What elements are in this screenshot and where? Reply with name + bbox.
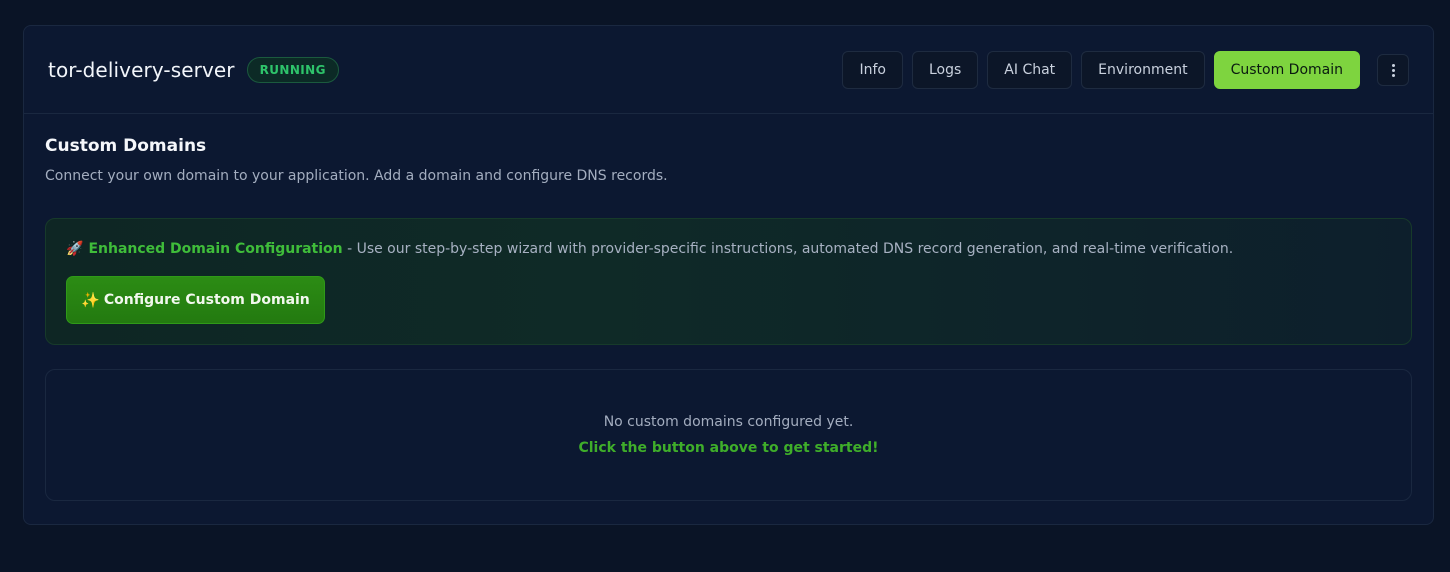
enhanced-config-banner: 🚀 Enhanced Domain Configuration - Use ou…	[45, 218, 1412, 345]
more-options-button[interactable]	[1377, 54, 1409, 86]
custom-domains-section: Custom Domains Connect your own domain t…	[24, 114, 1433, 501]
configure-button-label: Configure Custom Domain	[103, 292, 310, 308]
status-badge: RUNNING	[246, 56, 339, 83]
app-header: tor-delivery-server RUNNING Info Logs AI…	[24, 26, 1433, 114]
tab-environment[interactable]: Environment	[1081, 51, 1205, 89]
tab-bar: Info Logs AI Chat Environment Custom Dom…	[842, 51, 1409, 89]
app-panel: tor-delivery-server RUNNING Info Logs AI…	[23, 25, 1434, 525]
rocket-icon: 🚀	[66, 241, 84, 257]
empty-message: No custom domains configured yet.	[603, 414, 854, 430]
feature-title: Enhanced Domain Configuration	[88, 241, 343, 257]
tab-logs[interactable]: Logs	[911, 51, 979, 89]
tab-info[interactable]: Info	[842, 51, 903, 89]
app-title: tor-delivery-server	[48, 57, 235, 82]
tab-ai-chat[interactable]: AI Chat	[987, 51, 1073, 89]
sparkle-icon: ✨	[81, 291, 100, 309]
section-description: Connect your own domain to your applicat…	[45, 168, 668, 184]
feature-text: - Use our step-by-step wizard with provi…	[342, 241, 1234, 257]
tab-custom-domain[interactable]: Custom Domain	[1213, 51, 1360, 89]
configure-custom-domain-button[interactable]: ✨ Configure Custom Domain	[66, 276, 325, 324]
feature-description: 🚀 Enhanced Domain Configuration - Use ou…	[66, 239, 1391, 259]
empty-cta: Click the button above to get started!	[578, 440, 879, 456]
kebab-menu-icon	[1391, 63, 1395, 77]
domains-empty-state: No custom domains configured yet. Click …	[45, 369, 1412, 501]
section-title: Custom Domains	[45, 136, 207, 156]
